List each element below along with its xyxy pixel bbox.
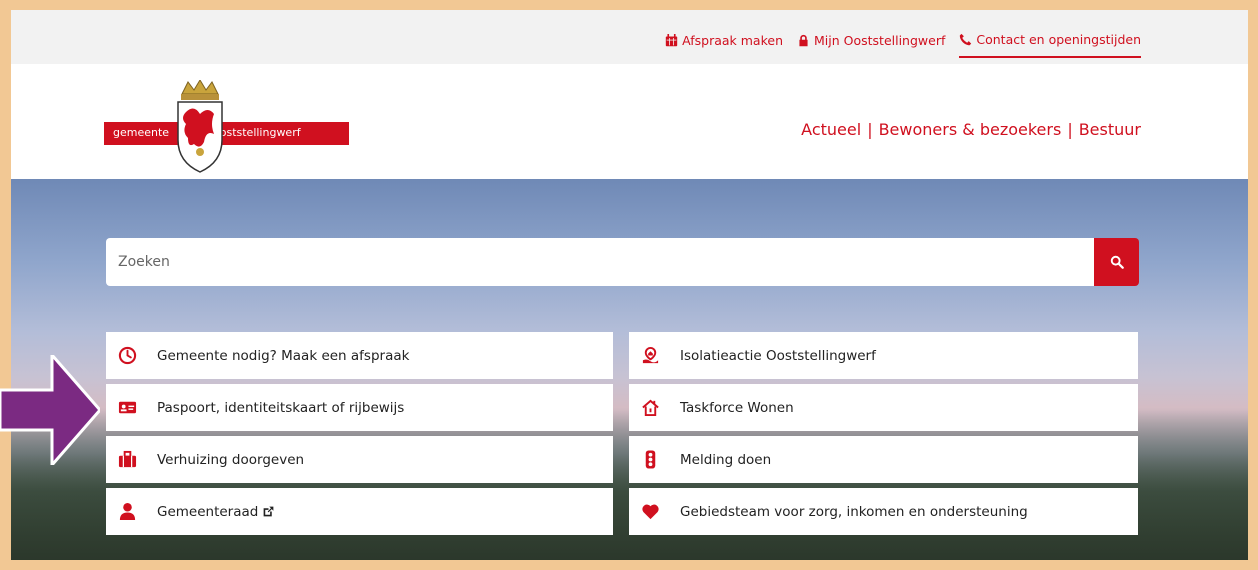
pointer-arrow-icon bbox=[0, 355, 100, 465]
mijn-link-label: Mijn Ooststellingwerf bbox=[814, 33, 946, 48]
external-link-icon bbox=[263, 506, 274, 517]
clock-icon bbox=[118, 346, 137, 365]
search-bar bbox=[106, 238, 1139, 286]
nav-bewoners[interactable]: Bewoners & bezoekers bbox=[879, 120, 1062, 139]
nav-separator: | bbox=[1067, 120, 1073, 139]
utility-bar: Afspraak maken Mijn Ooststellingwerf Con… bbox=[11, 10, 1248, 64]
id-card-icon bbox=[118, 401, 137, 414]
tile-label: Taskforce Wonen bbox=[680, 399, 794, 416]
tile-gemeenteraad[interactable]: Gemeenteraad bbox=[106, 488, 613, 535]
phone-icon bbox=[960, 33, 972, 46]
appointment-link-label: Afspraak maken bbox=[682, 33, 783, 48]
house-insulation-icon bbox=[642, 346, 659, 364]
nav-actueel[interactable]: Actueel bbox=[801, 120, 861, 139]
search-button[interactable] bbox=[1094, 238, 1139, 286]
mijn-link[interactable]: Mijn Ooststellingwerf bbox=[797, 32, 945, 58]
lock-icon bbox=[799, 34, 808, 47]
tile-label: Paspoort, identiteitskaart of rijbewijs bbox=[157, 399, 405, 416]
tile-paspoort[interactable]: Paspoort, identiteitskaart of rijbewijs bbox=[106, 384, 613, 431]
main-navigation: Actueel | Bewoners & bezoekers | Bestuur bbox=[801, 120, 1141, 139]
search-icon bbox=[1110, 255, 1124, 269]
tile-taskforce[interactable]: Taskforce Wonen bbox=[629, 384, 1138, 431]
municipality-logo[interactable]: gemeente ooststellingwerf bbox=[104, 80, 349, 175]
contact-link-label: Contact en openingstijden bbox=[976, 32, 1141, 47]
suitcase-icon bbox=[118, 450, 137, 468]
tile-afspraak[interactable]: Gemeente nodig? Maak een afspraak bbox=[106, 332, 613, 379]
tile-verhuizing[interactable]: Verhuizing doorgeven bbox=[106, 436, 613, 483]
tile-label: Gemeenteraad bbox=[157, 503, 259, 520]
tile-gebiedsteam[interactable]: Gebiedsteam voor zorg, inkomen en onders… bbox=[629, 488, 1138, 535]
contact-link[interactable]: Contact en openingstijden bbox=[959, 32, 1141, 58]
user-icon bbox=[119, 502, 136, 521]
tile-label: Isolatieactie Ooststellingwerf bbox=[680, 347, 876, 364]
tile-label: Verhuizing doorgeven bbox=[157, 451, 305, 468]
tile-isolatieactie[interactable]: Isolatieactie Ooststellingwerf bbox=[629, 332, 1138, 379]
tile-label: Gebiedsteam voor zorg, inkomen en onders… bbox=[680, 503, 1028, 520]
tile-label: Gemeente nodig? Maak een afspraak bbox=[157, 347, 410, 364]
tile-label: Melding doen bbox=[680, 451, 772, 468]
home-icon bbox=[642, 399, 659, 417]
nav-separator: | bbox=[867, 120, 873, 139]
logo-text-left: gemeente bbox=[113, 126, 170, 139]
search-input[interactable] bbox=[106, 238, 1094, 286]
calendar-icon bbox=[665, 34, 678, 47]
coat-of-arms-icon bbox=[177, 80, 223, 173]
tile-melding[interactable]: Melding doen bbox=[629, 436, 1138, 483]
header: gemeente ooststellingwerf Actueel | Bewo… bbox=[11, 64, 1248, 179]
appointment-link[interactable]: Afspraak maken bbox=[665, 32, 783, 58]
nav-bestuur[interactable]: Bestuur bbox=[1079, 120, 1141, 139]
page: Afspraak maken Mijn Ooststellingwerf Con… bbox=[11, 10, 1248, 560]
heart-icon bbox=[642, 504, 659, 520]
traffic-light-icon bbox=[645, 450, 656, 469]
